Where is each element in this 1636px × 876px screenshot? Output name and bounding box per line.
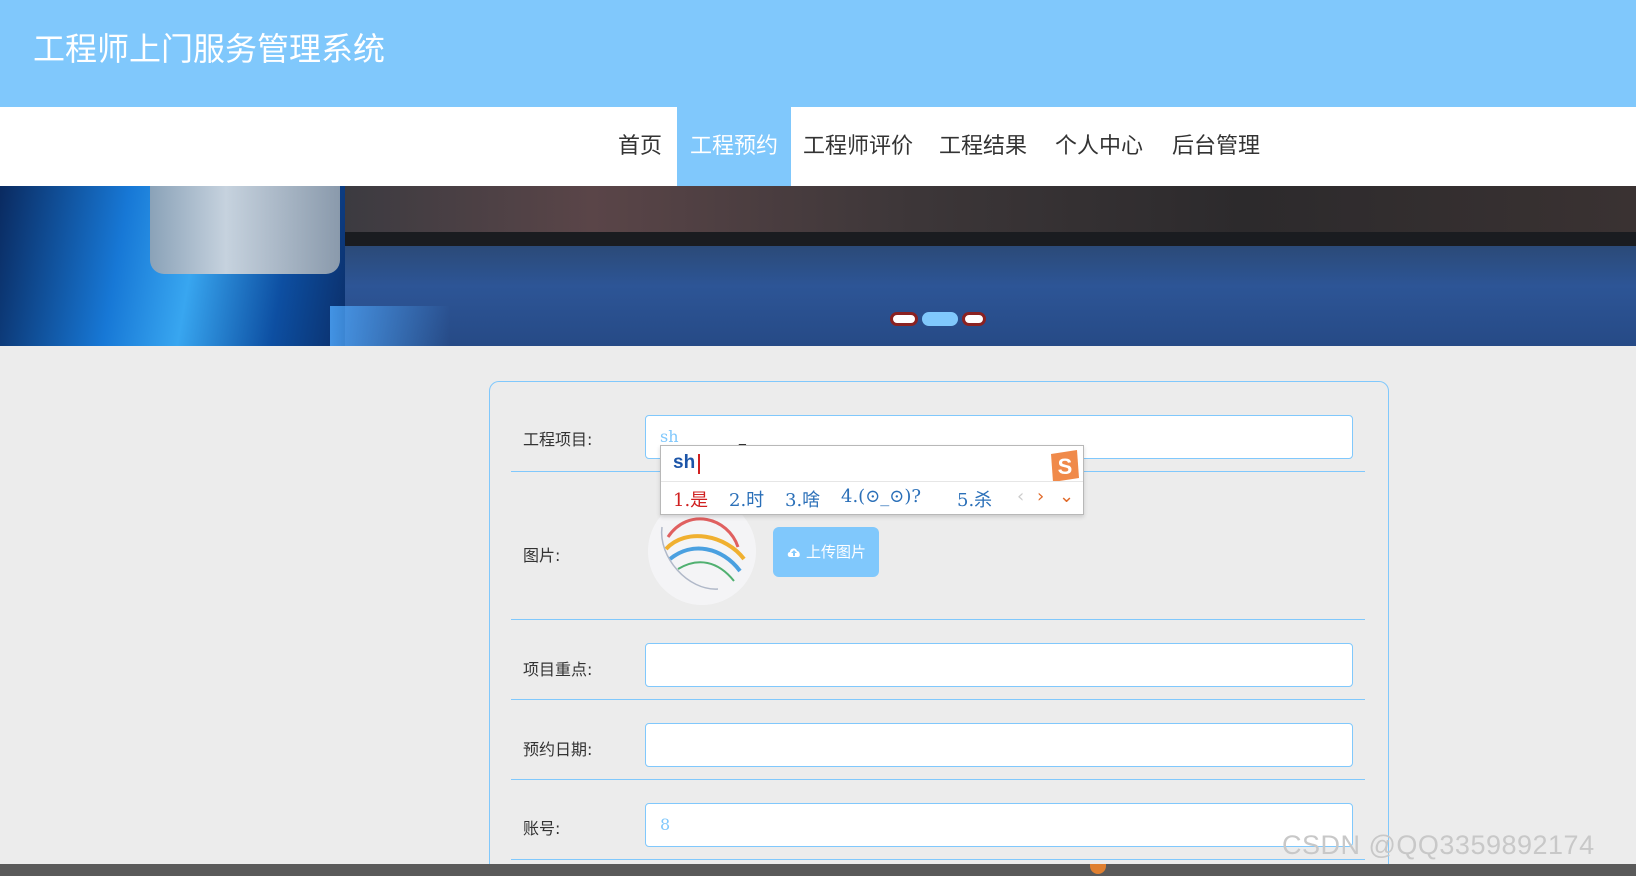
ime-caret — [698, 454, 700, 474]
nav-project-result[interactable]: 工程结果 — [930, 107, 1036, 186]
ime-candidate-4[interactable]: 4.(⊙_⊙)? — [841, 486, 921, 507]
carousel-dot-1[interactable] — [890, 312, 918, 326]
nav-admin[interactable]: 后台管理 — [1162, 107, 1270, 186]
form-divider — [511, 619, 1365, 620]
bottom-bar — [0, 864, 1636, 876]
site-header: 工程师上门服务管理系统 — [0, 0, 1636, 107]
form-divider — [511, 859, 1365, 860]
ime-candidate-2[interactable]: 2.时 — [729, 486, 764, 512]
cloud-upload-icon — [787, 548, 800, 557]
project-label: 工程项目: — [523, 430, 593, 449]
form-divider — [511, 779, 1365, 780]
carousel-dot-3[interactable] — [962, 312, 986, 326]
ime-candidate-3[interactable]: 3.啥 — [785, 486, 820, 512]
focus-input[interactable] — [645, 643, 1353, 687]
ime-prev-page-icon[interactable]: ‹ — [1017, 486, 1024, 507]
carousel-indicators — [890, 312, 986, 326]
site-title: 工程师上门服务管理系统 — [33, 30, 386, 68]
nav-engineer-review[interactable]: 工程师评价 — [796, 107, 920, 186]
banner-carousel — [0, 186, 1636, 346]
ime-candidate-5[interactable]: 5.杀 — [957, 486, 992, 512]
form-divider — [511, 699, 1365, 700]
svg-text:S: S — [1058, 454, 1073, 479]
nav-personal-center[interactable]: 个人中心 — [1046, 107, 1152, 186]
sogou-logo-icon: S — [1051, 450, 1079, 482]
date-input[interactable] — [645, 723, 1353, 767]
ime-expand-icon[interactable]: ⌄ — [1059, 486, 1074, 507]
nav-project-booking[interactable]: 工程预约 — [677, 107, 791, 186]
account-input[interactable]: 8 — [645, 803, 1353, 847]
ime-next-page-icon[interactable]: › — [1037, 486, 1044, 507]
upload-image-button[interactable]: 上传图片 — [773, 527, 879, 577]
image-label: 图片: — [523, 546, 561, 565]
carousel-dot-2[interactable] — [922, 312, 958, 326]
date-label: 预约日期: — [523, 740, 593, 759]
ime-candidate-popup: sh S 1.是 2.时 3.啥 4.(⊙_⊙)? 5.杀 ‹ › ⌄ — [660, 445, 1084, 515]
ime-candidate-1[interactable]: 1.是 — [673, 486, 708, 512]
ime-composition: sh — [673, 452, 696, 473]
watermark: CSDN @QQ3359892174 — [1282, 830, 1595, 860]
main-nav: 首页 工程预约 工程师评价 工程结果 个人中心 后台管理 — [0, 107, 1636, 186]
account-label: 账号: — [523, 819, 561, 838]
focus-label: 项目重点: — [523, 660, 593, 679]
upload-image-label: 上传图片 — [805, 543, 866, 561]
nav-home[interactable]: 首页 — [603, 107, 677, 186]
banner-image-water — [330, 246, 1636, 346]
